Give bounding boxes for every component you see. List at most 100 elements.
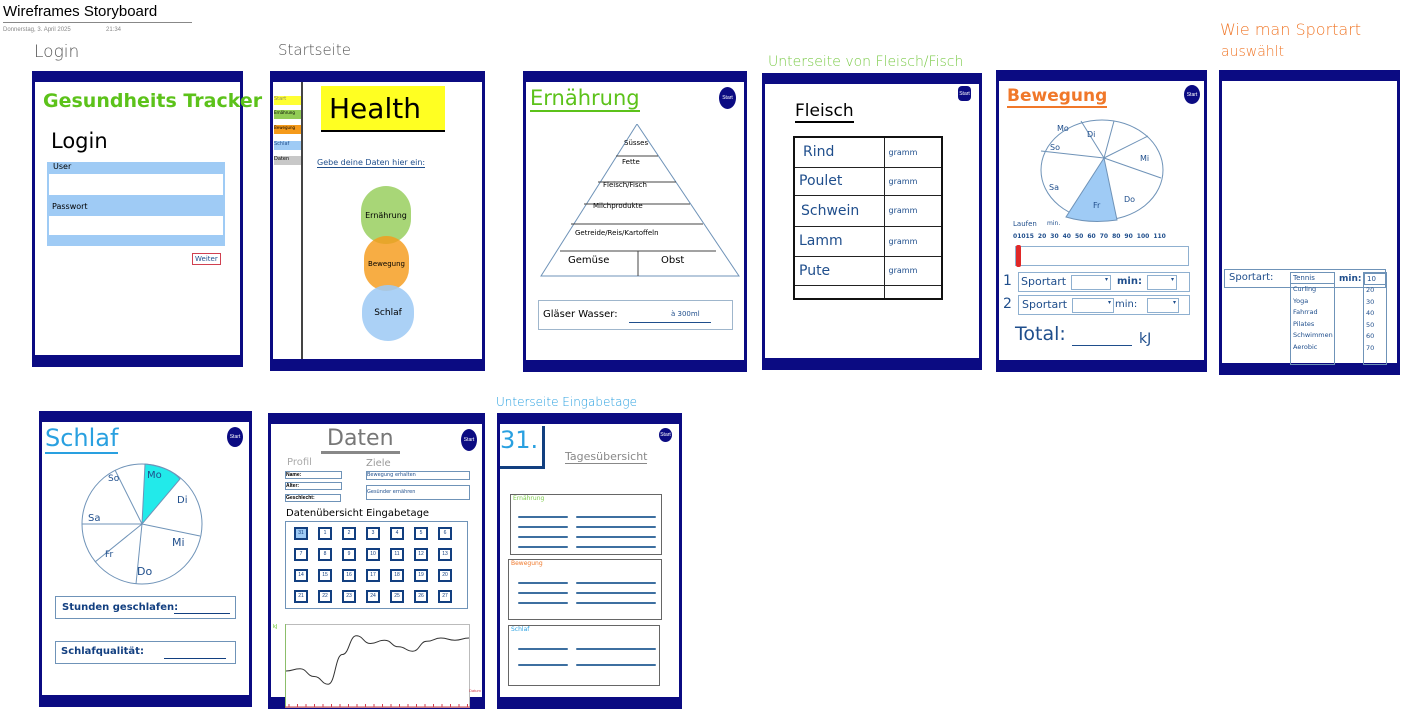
day-button[interactable]: 12 [414, 548, 428, 561]
sport-option[interactable]: Fahrrad [1291, 307, 1334, 319]
pie-sa[interactable]: Sa [88, 513, 100, 524]
pie-mi[interactable]: Mi [172, 536, 185, 549]
total-field[interactable] [1072, 345, 1132, 346]
page-title[interactable]: Wireframes Storyboard [3, 3, 192, 23]
day-button[interactable]: 9 [342, 548, 356, 561]
day-button[interactable]: 18 [390, 569, 404, 582]
day-button[interactable]: 23 [342, 590, 356, 603]
section-schlaf[interactable]: Schlaf [508, 625, 660, 686]
sport-option[interactable]: Aerobic [1291, 342, 1334, 354]
password-input[interactable] [49, 216, 223, 235]
table-row[interactable]: Poulet gramm [793, 166, 943, 196]
pie-di[interactable]: Di [177, 495, 187, 506]
min-option[interactable]: 70 [1364, 343, 1386, 355]
day-button[interactable]: 4 [390, 527, 404, 540]
age-field[interactable]: Alter: [285, 482, 342, 490]
next-button[interactable]: Weiter [192, 253, 221, 265]
day-button[interactable]: 27 [438, 590, 452, 603]
pie-do[interactable]: Do [137, 565, 152, 578]
day-button[interactable]: 2 [342, 527, 356, 540]
day-button[interactable]: 21 [294, 590, 308, 603]
water-field[interactable]: Gläser Wasser: à 300ml [538, 300, 733, 330]
min-option[interactable]: 30 [1364, 297, 1386, 309]
start-button[interactable]: Start [1184, 85, 1200, 104]
table-row[interactable]: Pute gramm [793, 255, 943, 286]
pie-fr[interactable]: Fr [1093, 201, 1100, 210]
pyramid-milchprodukte[interactable]: Milchprodukte [593, 202, 643, 210]
pyramid-fleisch-fisch[interactable]: Fleisch/Fisch [603, 181, 647, 189]
goal-2[interactable]: Gesünder ernähren [366, 485, 470, 500]
quality-field[interactable]: Schlafqualität: [55, 641, 236, 664]
bubble-bewegung[interactable]: Bewegung [364, 236, 409, 291]
meat-unit[interactable]: gramm [883, 194, 943, 227]
pyramid-obst[interactable]: Obst [661, 255, 684, 266]
min-option[interactable]: 60 [1364, 331, 1386, 343]
meat-unit[interactable]: gramm [883, 255, 943, 286]
pyramid-getreide[interactable]: Getreide/Reis/Kartoffeln [575, 229, 659, 237]
day-button[interactable]: 1 [318, 527, 332, 540]
day-button[interactable]: 3 [366, 527, 380, 540]
sidebar-item-daten[interactable]: Daten [274, 156, 301, 165]
day-button[interactable]: 31 [294, 527, 308, 540]
pie-do[interactable]: Do [1124, 195, 1135, 204]
pyramid-gemuese[interactable]: Gemüse [568, 255, 609, 266]
min-dropdown[interactable]: 10 20 30 40 50 60 70 [1363, 272, 1387, 365]
day-button[interactable]: 11 [390, 548, 404, 561]
day-button[interactable]: 13 [438, 548, 452, 561]
pie-fr[interactable]: Fr [105, 550, 113, 560]
day-button[interactable]: 20 [438, 569, 452, 582]
sport-option[interactable]: Curling [1291, 284, 1334, 296]
pie-sa[interactable]: Sa [1049, 183, 1059, 192]
start-button[interactable]: Start [659, 428, 672, 442]
name-field[interactable]: Name: [285, 471, 342, 479]
min-select[interactable]: ▾ [1147, 298, 1179, 313]
sidebar-item-ernaehrung[interactable]: Ernährung [274, 110, 301, 119]
day-button[interactable]: 10 [366, 548, 380, 561]
day-button[interactable]: 25 [390, 590, 404, 603]
pie-mo[interactable]: Mo [147, 470, 162, 481]
min-option[interactable]: 40 [1364, 308, 1386, 320]
minutes-slider[interactable] [1015, 245, 1189, 267]
section-bewegung[interactable]: Bewegung [508, 559, 662, 620]
meat-unit[interactable]: gramm [883, 166, 943, 196]
sport-option[interactable]: Schwimmen [1291, 330, 1334, 342]
table-row[interactable]: Schwein gramm [793, 194, 943, 227]
pyramid-fette[interactable]: Fette [622, 158, 640, 166]
min-select[interactable]: ▾ [1147, 275, 1177, 290]
pyramid-suesses[interactable]: Süsses [624, 139, 648, 147]
sport-select[interactable]: ▾ [1072, 298, 1114, 313]
day-button[interactable]: 8 [318, 548, 332, 561]
meat-unit[interactable]: gramm [883, 225, 943, 257]
min-option[interactable]: 50 [1364, 320, 1386, 332]
pie-so[interactable]: So [108, 474, 119, 484]
pie-mo[interactable]: Mo [1057, 124, 1069, 133]
day-button[interactable]: 24 [366, 590, 380, 603]
day-button[interactable]: 14 [294, 569, 308, 582]
start-button[interactable]: Start [958, 86, 971, 101]
min-selected[interactable]: 10 [1364, 273, 1386, 285]
table-row[interactable]: Rind gramm [793, 136, 943, 168]
start-button[interactable]: Start [719, 87, 736, 109]
sport-option[interactable]: Yoga [1291, 296, 1334, 308]
day-button[interactable]: 5 [414, 527, 428, 540]
slider-handle[interactable] [1016, 245, 1021, 267]
sport-option[interactable]: Pilates [1291, 319, 1334, 331]
day-button[interactable]: 16 [342, 569, 356, 582]
hours-field[interactable]: Stunden geschlafen: [55, 596, 236, 619]
meat-unit[interactable]: gramm [883, 136, 943, 168]
day-button[interactable]: 7 [294, 548, 308, 561]
sport-selected[interactable]: Tennis [1291, 273, 1334, 284]
sidebar-item-bewegung[interactable]: Bewegung [274, 125, 301, 134]
sidebar-item-schlaf[interactable]: Schlaf [274, 141, 301, 150]
day-button[interactable]: 6 [438, 527, 452, 540]
day-button[interactable]: 26 [414, 590, 428, 603]
day-button[interactable]: 19 [414, 569, 428, 582]
sport-select[interactable]: ▾ [1071, 275, 1111, 290]
pie-mi[interactable]: Mi [1140, 154, 1149, 163]
sport-dropdown[interactable]: Tennis Curling Yoga Fahrrad Pilates Schwimme… [1290, 272, 1335, 365]
day-button[interactable]: 22 [318, 590, 332, 603]
gender-field[interactable]: Geschlecht: [285, 494, 341, 502]
table-row[interactable]: Lamm gramm [793, 225, 943, 257]
user-input[interactable] [49, 174, 223, 195]
goal-1[interactable]: Bewegung erhalten [366, 471, 470, 480]
